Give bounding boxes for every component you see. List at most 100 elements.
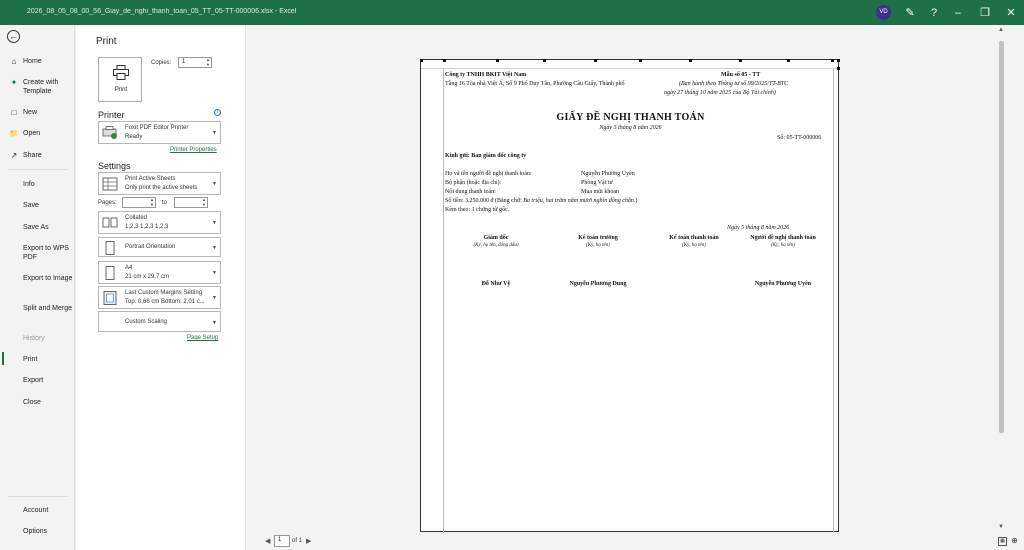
home-icon: ⌂ — [11, 57, 17, 66]
margin-handle[interactable] — [543, 59, 546, 62]
doc-heading: GIẤY ĐỀ NGHỊ THANH TOÁN — [556, 112, 705, 123]
doc-signer-name: Nguyễn Phương Dung — [569, 281, 627, 287]
doc-field-value: Mua mũi khoan — [581, 189, 619, 195]
minimize-icon[interactable]: – — [950, 5, 966, 21]
pages-from-input[interactable]: ▲ ▼ — [122, 197, 156, 208]
doc-signer-note: (Ký, họ tên) — [771, 243, 795, 248]
doc-field-value: Phòng Vật tư — [581, 180, 613, 186]
chevron-down-icon: ▼ — [212, 181, 217, 187]
doc-field-value: Nguyễn Phương Uyên — [581, 171, 635, 177]
copies-stepper[interactable]: 1 ▲ ▼ — [178, 57, 212, 68]
share-icon: ↗ — [10, 151, 18, 160]
margin-handle[interactable] — [837, 59, 840, 62]
scrollbar-thumb[interactable] — [999, 41, 1004, 433]
doc-addressee: Kính gửi: Ban giám đốc công ty — [445, 153, 527, 159]
help-icon[interactable]: ? — [926, 5, 942, 21]
chevron-down-icon: ▼ — [212, 320, 217, 326]
print-preview-area: Công ty TNHH BKIT Việt Nam Tầng 16 Tòa n… — [246, 25, 1024, 550]
doc-form-ref2: ngày 27 tháng 10 năm 2025 của Bộ Tài chí… — [664, 90, 776, 96]
preview-page: Công ty TNHH BKIT Việt Nam Tầng 16 Tòa n… — [420, 59, 840, 533]
page-setup-link[interactable]: Page Setup — [187, 335, 218, 341]
settings-section-title: Settings — [98, 161, 131, 171]
margin-handle[interactable] — [420, 59, 423, 62]
chevron-down-icon: ▼ — [212, 295, 217, 301]
portrait-icon — [105, 241, 115, 255]
doc-signer-title: Giám đốc — [483, 235, 509, 241]
doc-number: Số: 05-TT-000006 — [777, 135, 822, 141]
doc-address: Tầng 16 Tòa nhà Việt Á, Số 9 Phố Duy Tân… — [445, 81, 625, 87]
backstage-nav: ← ⌂ Home ✦ Create with Template □ New 📁 … — [0, 25, 75, 550]
margin-handle[interactable] — [594, 59, 597, 62]
next-page-icon[interactable]: ▶ — [306, 537, 311, 545]
stepper-arrows-icon[interactable]: ▲ ▼ — [206, 57, 210, 67]
sheet-grid-icon — [102, 177, 118, 191]
doc-amount: Số tiền: 3.250.000 đ (Bằng chữ: Ba triệu… — [445, 198, 638, 204]
back-arrow-icon[interactable]: ← — [7, 30, 20, 43]
margin-handle[interactable] — [739, 59, 742, 62]
page-number-input[interactable]: 1 — [274, 535, 290, 547]
chevron-down-icon: ▼ — [212, 130, 217, 136]
close-window-icon[interactable]: ✕ — [1003, 5, 1019, 21]
doc-form-no: Mẫu số 05 - TT — [721, 72, 761, 78]
pages-to-label: to — [162, 200, 168, 206]
show-margins-icon[interactable]: ▦ — [998, 537, 1007, 546]
scroll-up-icon[interactable]: ▲ — [998, 27, 1004, 33]
pages-to-input[interactable]: ▲ ▼ — [174, 197, 208, 208]
doc-signer-title: Người đề nghị thanh toán — [750, 235, 816, 241]
print-what-dropdown[interactable]: Print Active Sheets Only print the activ… — [98, 172, 221, 195]
doc-signer-note: (Ký, họ tên, đóng dấu) — [473, 243, 519, 248]
template-icon: ✦ — [10, 78, 18, 87]
pages-label: Pages: — [98, 200, 117, 206]
chevron-down-icon: ▼ — [212, 270, 217, 276]
title-bar: 2026_08_05_08_00_56_Giay_de_nghi_thanh_t… — [0, 0, 1024, 25]
scaling-dropdown[interactable]: Custom Scaling ▼ — [98, 311, 221, 332]
pen-icon[interactable]: ✎ — [902, 5, 918, 21]
active-indicator — [2, 352, 4, 365]
stepper-arrows-icon[interactable]: ▲ ▼ — [150, 197, 154, 207]
doc-attachment: Kèm theo: 1 chứng từ gốc. — [445, 207, 510, 213]
previous-page-icon[interactable]: ◀ — [265, 537, 270, 545]
doc-signer-name: Đỗ Như Vỹ — [481, 281, 511, 287]
doc-signer-title: Kế toán trưởng — [578, 235, 618, 241]
margins-dropdown[interactable]: Last Custom Margins Setting Top: 0,66 cm… — [98, 286, 221, 309]
printer-ready-icon — [102, 126, 117, 139]
chevron-down-icon: ▼ — [212, 220, 217, 226]
stepper-arrows-icon[interactable]: ▲ ▼ — [202, 197, 206, 207]
margin-handle[interactable] — [837, 67, 840, 70]
doc-signer-note: (Ký, họ tên) — [586, 243, 610, 248]
print-button[interactable]: Print — [98, 57, 142, 102]
margin-handle[interactable] — [831, 59, 834, 62]
folder-icon: 📁 — [9, 129, 19, 138]
chevron-down-icon: ▼ — [212, 245, 217, 251]
paper-size-dropdown[interactable]: A4 21 cm x 29,7 cm ▼ — [98, 261, 221, 284]
doc-field-label: Họ và tên người đề nghị thanh toán: — [445, 171, 532, 177]
margin-handle[interactable] — [639, 59, 642, 62]
doc-field-label: Nội dung thanh toán: — [445, 189, 496, 195]
margin-guide — [421, 68, 840, 69]
collation-dropdown[interactable]: Collated 1,2,3 1,2,3 1,2,3 ▼ — [98, 211, 221, 234]
doc-field-label: Bộ phận (hoặc địa chỉ): — [445, 180, 502, 186]
restore-icon[interactable]: ❐ — [977, 5, 993, 21]
zoom-to-page-icon[interactable]: ⊕ — [1010, 537, 1019, 546]
margins-icon — [103, 291, 117, 305]
margin-handle[interactable] — [496, 59, 499, 62]
scroll-down-icon[interactable]: ▼ — [998, 524, 1004, 530]
info-icon[interactable]: i — [214, 109, 221, 116]
doc-sign-date: Ngày 5 tháng 8 năm 2026 — [727, 225, 790, 231]
margin-handle[interactable] — [443, 59, 446, 62]
margin-handle[interactable] — [689, 59, 692, 62]
margin-handle[interactable] — [787, 59, 790, 62]
printer-icon — [113, 65, 129, 80]
orientation-dropdown[interactable]: Portrait Orientation ▼ — [98, 237, 221, 257]
user-avatar[interactable]: VD — [876, 5, 891, 20]
page-title: Print — [96, 36, 117, 47]
printer-section-title: Printer — [98, 110, 125, 120]
collate-icon — [102, 217, 118, 228]
printer-properties-link[interactable]: Printer Properties — [170, 147, 217, 153]
nav-divider — [8, 169, 68, 170]
printer-dropdown[interactable]: Foxit PDF Editor Printer Ready ▼ — [98, 121, 221, 144]
page-count: of 1 — [292, 538, 303, 544]
new-file-icon: □ — [11, 108, 17, 117]
vertical-scrollbar[interactable]: ▲ ▼ — [998, 25, 1006, 535]
window-title: 2026_08_05_08_00_56_Giay_de_nghi_thanh_t… — [27, 8, 297, 15]
